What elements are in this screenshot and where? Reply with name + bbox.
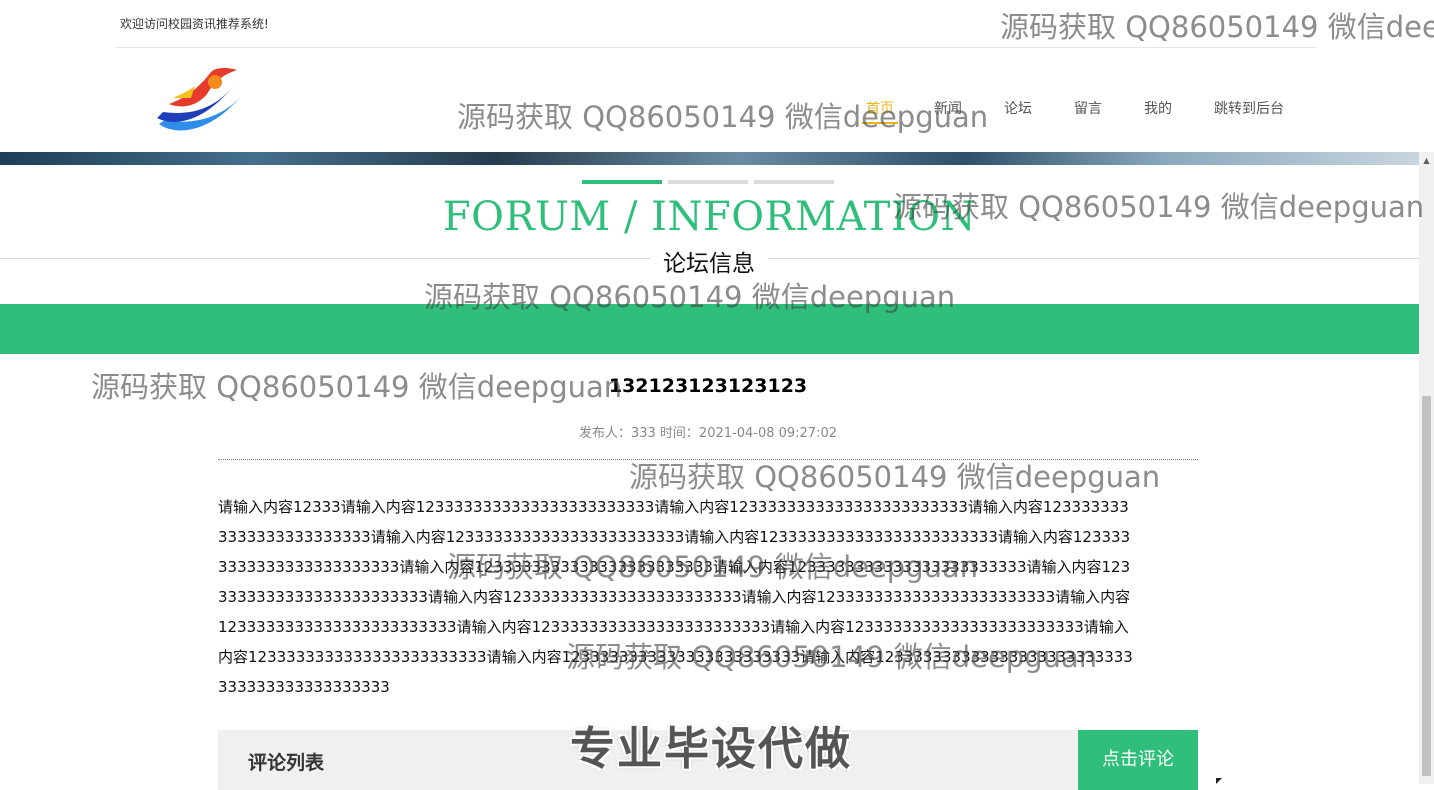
slider-dot-2[interactable] bbox=[668, 180, 748, 184]
slider-dot-3[interactable] bbox=[754, 180, 834, 184]
section-title-en: FORUM / INFORMATION bbox=[442, 194, 977, 240]
post-meta: 发布人：333 时间：2021-04-08 09:27:02 bbox=[578, 426, 837, 441]
section-title-cn: 论坛信息 bbox=[650, 244, 768, 278]
nav-news[interactable]: 新闻 bbox=[934, 98, 962, 118]
nav-admin[interactable]: 跳转到后台 bbox=[1214, 98, 1284, 118]
add-comment-button[interactable]: 点击评论 bbox=[1078, 730, 1198, 790]
banner-image bbox=[0, 152, 1419, 165]
scrollbar-thumb[interactable] bbox=[1422, 396, 1431, 776]
post-divider bbox=[218, 459, 1198, 460]
nav-forum[interactable]: 论坛 bbox=[1004, 98, 1032, 118]
slider-dot-1[interactable] bbox=[582, 180, 662, 184]
nav-messages[interactable]: 留言 bbox=[1074, 98, 1102, 118]
watermark-banner: 专业毕设代做 bbox=[570, 722, 853, 775]
watermark-text: 源码获取 QQ86050149 微信deepguan bbox=[457, 100, 989, 134]
watermark-text: 源码获取 QQ86050149 微信deepguan bbox=[629, 460, 1161, 494]
section-band bbox=[0, 304, 1419, 354]
mouse-cursor-icon bbox=[1216, 778, 1222, 784]
welcome-text: 欢迎访问校园资讯推荐系统! bbox=[120, 17, 269, 31]
comment-list-title: 评论列表 bbox=[248, 752, 325, 774]
post-body: 请输入内容12333请输入内容1233333333333333333333333… bbox=[218, 498, 1133, 696]
site-logo[interactable] bbox=[155, 64, 251, 138]
runner-swoosh-logo-icon bbox=[157, 68, 243, 131]
post-title: 132123123123123 bbox=[608, 375, 808, 397]
nav-mine[interactable]: 我的 bbox=[1144, 98, 1172, 118]
scroll-up-arrow-icon[interactable]: ▲ bbox=[1419, 152, 1434, 169]
nav-home[interactable]: 首页 bbox=[862, 98, 898, 124]
top-bar: 欢迎访问校园资讯推荐系统! bbox=[116, 0, 1316, 48]
